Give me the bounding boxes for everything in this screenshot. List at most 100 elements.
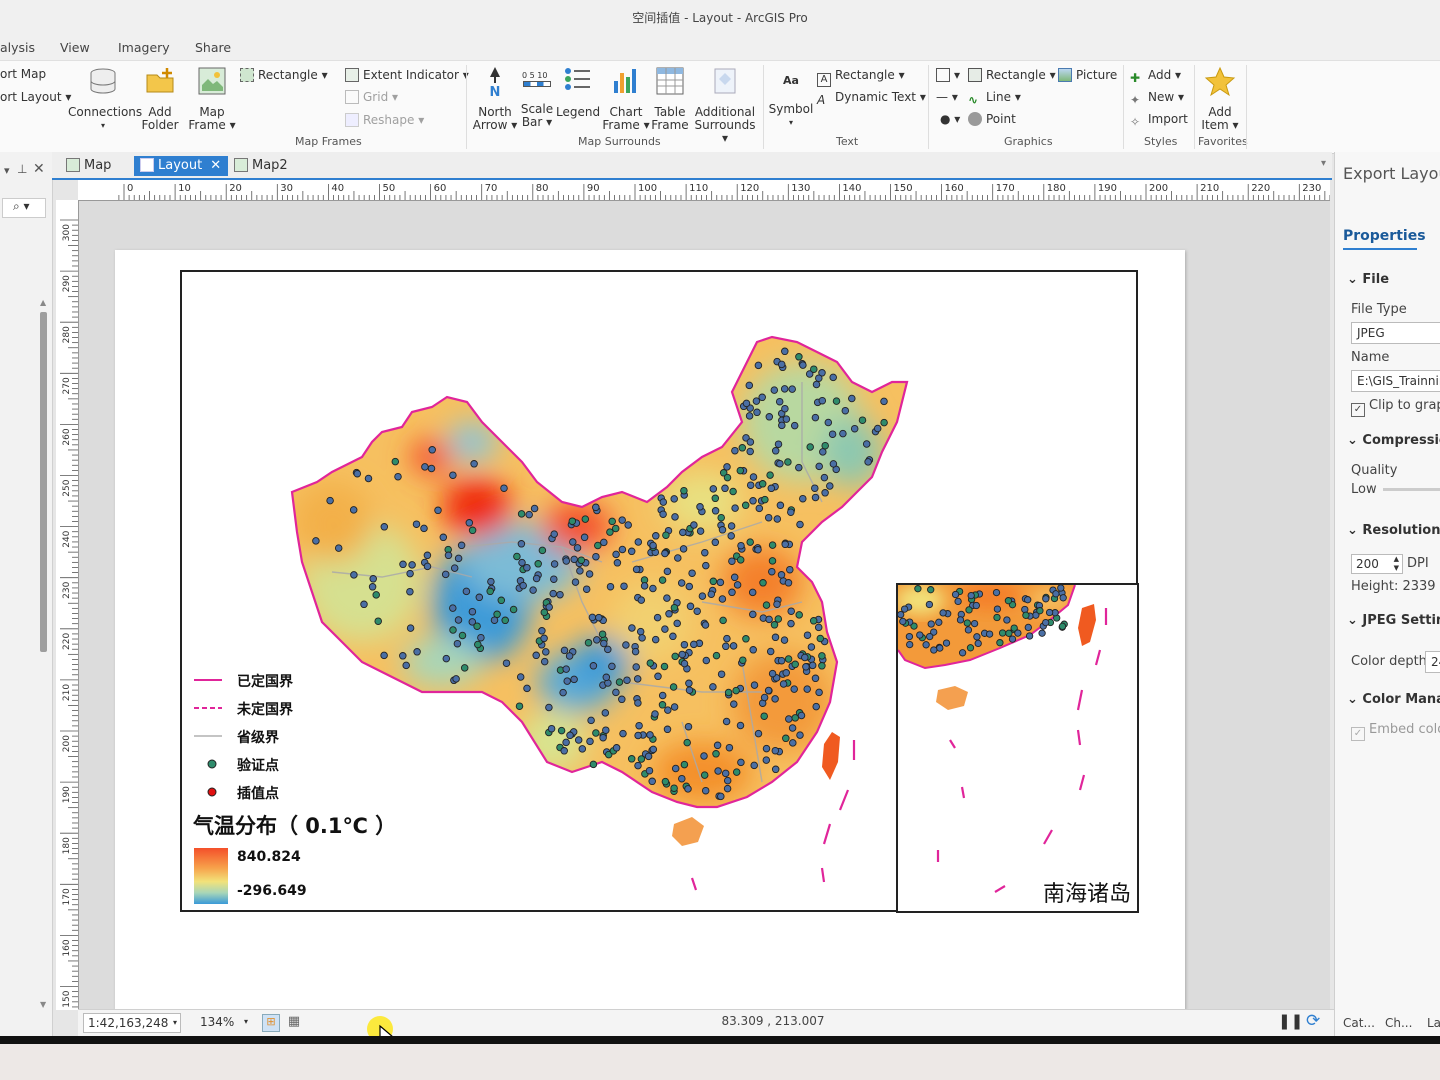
properties-tab[interactable]: Properties bbox=[1343, 228, 1426, 244]
graphic-rect-dropdown[interactable]: ▾ bbox=[936, 68, 960, 82]
add-folder-button[interactable]: Add Folder bbox=[138, 65, 182, 132]
legend-item-label: 未定国界 bbox=[237, 702, 293, 718]
import-map-button[interactable]: ort Map bbox=[0, 67, 46, 81]
interpolation-point bbox=[731, 504, 739, 512]
ribbon-separator bbox=[1194, 65, 1195, 149]
picture-button[interactable]: Picture bbox=[1058, 68, 1117, 82]
style-add-button[interactable]: ✚ Add ▾ bbox=[1130, 68, 1181, 85]
interpolation-point bbox=[1038, 629, 1046, 637]
scrollbar-thumb[interactable] bbox=[40, 312, 47, 652]
resolution-section-toggle[interactable]: ⌄ Resolution bbox=[1347, 523, 1440, 538]
validation-point bbox=[858, 416, 867, 424]
extent-indicator-button[interactable]: Extent Indicator ▾ bbox=[345, 68, 469, 82]
file-type-select[interactable]: JPEG bbox=[1351, 322, 1440, 344]
close-tab-icon[interactable]: ✕ bbox=[210, 158, 221, 173]
pane-menu-icon[interactable]: ▾ bbox=[4, 164, 10, 177]
interpolation-point bbox=[457, 541, 466, 550]
interpolation-point bbox=[516, 673, 525, 681]
interpolation-point bbox=[671, 764, 680, 773]
dynamic-text-button[interactable]: A Dynamic Text ▾ bbox=[817, 90, 926, 107]
ruler-label: 250 bbox=[62, 479, 72, 496]
interpolation-point bbox=[985, 630, 994, 638]
connections-button[interactable]: Connections ▾ bbox=[68, 65, 142, 132]
graphic-line-dropdown[interactable]: — ▾ bbox=[936, 90, 958, 104]
ruler-label: 220 bbox=[1251, 183, 1270, 194]
chart-icon bbox=[614, 69, 636, 93]
style-new-button[interactable]: ✦ New ▾ bbox=[1130, 90, 1184, 107]
interpolation-point bbox=[803, 685, 811, 693]
validation-point bbox=[782, 734, 790, 743]
graphic-point-button[interactable]: Point bbox=[968, 112, 1016, 126]
folder-add-icon bbox=[146, 68, 174, 93]
scale-selector[interactable]: 1:42,163,248 ▾ bbox=[83, 1013, 181, 1033]
table-frame-button[interactable]: Table Frame bbox=[650, 65, 690, 132]
validation-point bbox=[927, 586, 935, 594]
tab-share[interactable]: Share bbox=[195, 40, 231, 55]
graphic-point-dropdown[interactable]: ● ▾ bbox=[940, 112, 960, 126]
interpolation-point bbox=[587, 716, 595, 725]
tab-map[interactable]: Map bbox=[60, 156, 117, 176]
catalog-tab[interactable]: Cat... bbox=[1343, 1016, 1375, 1030]
legend-item-label: 省级界 bbox=[237, 730, 279, 746]
tab-map2[interactable]: Map2 bbox=[228, 156, 294, 176]
interpolation-point bbox=[1057, 585, 1065, 592]
graphic-line-button[interactable]: ∿ Line ▾ bbox=[968, 90, 1021, 107]
interpolation-point bbox=[406, 624, 415, 632]
import-layout-button[interactable]: ort Layout ▾ bbox=[0, 90, 71, 104]
chart-tab[interactable]: Ch... bbox=[1385, 1016, 1412, 1030]
refresh-icon[interactable]: ⟳ bbox=[1306, 1011, 1320, 1031]
ruler-label: 150 bbox=[894, 183, 913, 194]
zoom-selector[interactable]: 134% ▾ bbox=[196, 1013, 251, 1033]
search-icon[interactable]: ⌕ ▾ bbox=[2, 198, 46, 218]
validation-point bbox=[1004, 597, 1013, 605]
color-management-section-toggle[interactable]: ⌄ Color Manag bbox=[1347, 692, 1440, 707]
layers-tab[interactable]: La bbox=[1427, 1016, 1440, 1030]
pause-drawing-icon[interactable]: ❚❚ bbox=[1278, 1012, 1303, 1030]
quality-slider[interactable] bbox=[1383, 488, 1440, 491]
file-section-toggle[interactable]: ⌄ File bbox=[1347, 272, 1389, 287]
close-pane-icon[interactable]: ✕ bbox=[33, 161, 45, 177]
tab-view[interactable]: View bbox=[60, 40, 90, 55]
grid-toggle-icon[interactable]: ▦ bbox=[285, 1014, 303, 1032]
chevron-down-icon: ⌄ bbox=[1347, 523, 1363, 538]
graphic-rectangle-button[interactable]: Rectangle ▾ bbox=[968, 68, 1056, 82]
scroll-down-icon[interactable]: ▼ bbox=[40, 1000, 46, 1009]
add-item-button[interactable]: Add Item ▾ bbox=[1198, 65, 1242, 132]
validation-point bbox=[774, 615, 783, 623]
grid-button[interactable]: Grid ▾ bbox=[345, 90, 398, 104]
dpi-spinner[interactable]: 200 ▲ ▼ bbox=[1351, 554, 1403, 574]
text-rectangle-button[interactable]: A Rectangle ▾ bbox=[817, 68, 905, 87]
file-name-input[interactable]: E:\GIS_Trainnir bbox=[1351, 370, 1440, 392]
symbol-button[interactable]: Aa Symbol ▾ bbox=[768, 65, 814, 129]
scale-bar-button[interactable]: 0 5 10 Scale Bar ▾ bbox=[518, 65, 556, 129]
compression-section-toggle[interactable]: ⌄ Compressior bbox=[1347, 433, 1440, 448]
interpolation-point bbox=[636, 627, 645, 636]
legend-button[interactable]: Legend bbox=[556, 65, 600, 119]
reshape-button[interactable]: Reshape ▾ bbox=[345, 113, 424, 127]
tab-imagery[interactable]: Imagery bbox=[118, 40, 170, 55]
north-arrow-button[interactable]: N North Arrow ▾ bbox=[472, 65, 518, 132]
interpolation-point bbox=[730, 573, 739, 582]
tab-layout[interactable]: Layout ✕ bbox=[134, 156, 228, 176]
inset-map-frame[interactable]: 南海诸岛 bbox=[896, 583, 1139, 913]
tab-list-icon[interactable]: ▾ bbox=[1321, 158, 1326, 169]
scroll-up-icon[interactable]: ▲ bbox=[40, 298, 46, 307]
jpeg-settings-section-toggle[interactable]: ⌄ JPEG Setting bbox=[1347, 613, 1440, 628]
spinner-arrows-icon[interactable]: ▲ ▼ bbox=[1394, 555, 1399, 573]
interpolation-point bbox=[750, 681, 759, 689]
interpolation-point bbox=[380, 523, 389, 531]
embed-color-checkbox[interactable]: ✓ Embed colo bbox=[1351, 722, 1440, 741]
clip-to-graphics-checkbox[interactable]: ✓ Clip to grapl bbox=[1351, 398, 1440, 417]
tab-analysis[interactable]: alysis bbox=[0, 40, 35, 55]
snap-guides-icon[interactable]: ⊞ bbox=[262, 1014, 280, 1032]
interpolation-point bbox=[749, 497, 757, 505]
additional-surrounds-button[interactable]: Additional Surrounds ▾ bbox=[690, 65, 760, 145]
style-import-button[interactable]: ✧ Import bbox=[1130, 112, 1188, 129]
rectangle-frame-button[interactable]: Rectangle ▾ bbox=[240, 68, 328, 82]
color-depth-select[interactable]: 24 bbox=[1425, 651, 1440, 673]
ruler-label: 110 bbox=[689, 183, 708, 194]
map-frame-button[interactable]: Map Frame ▾ bbox=[188, 65, 236, 132]
chart-frame-button[interactable]: Chart Frame ▾ bbox=[602, 65, 650, 132]
pin-icon[interactable]: ⊥ bbox=[17, 162, 27, 176]
validation-point bbox=[768, 557, 777, 565]
